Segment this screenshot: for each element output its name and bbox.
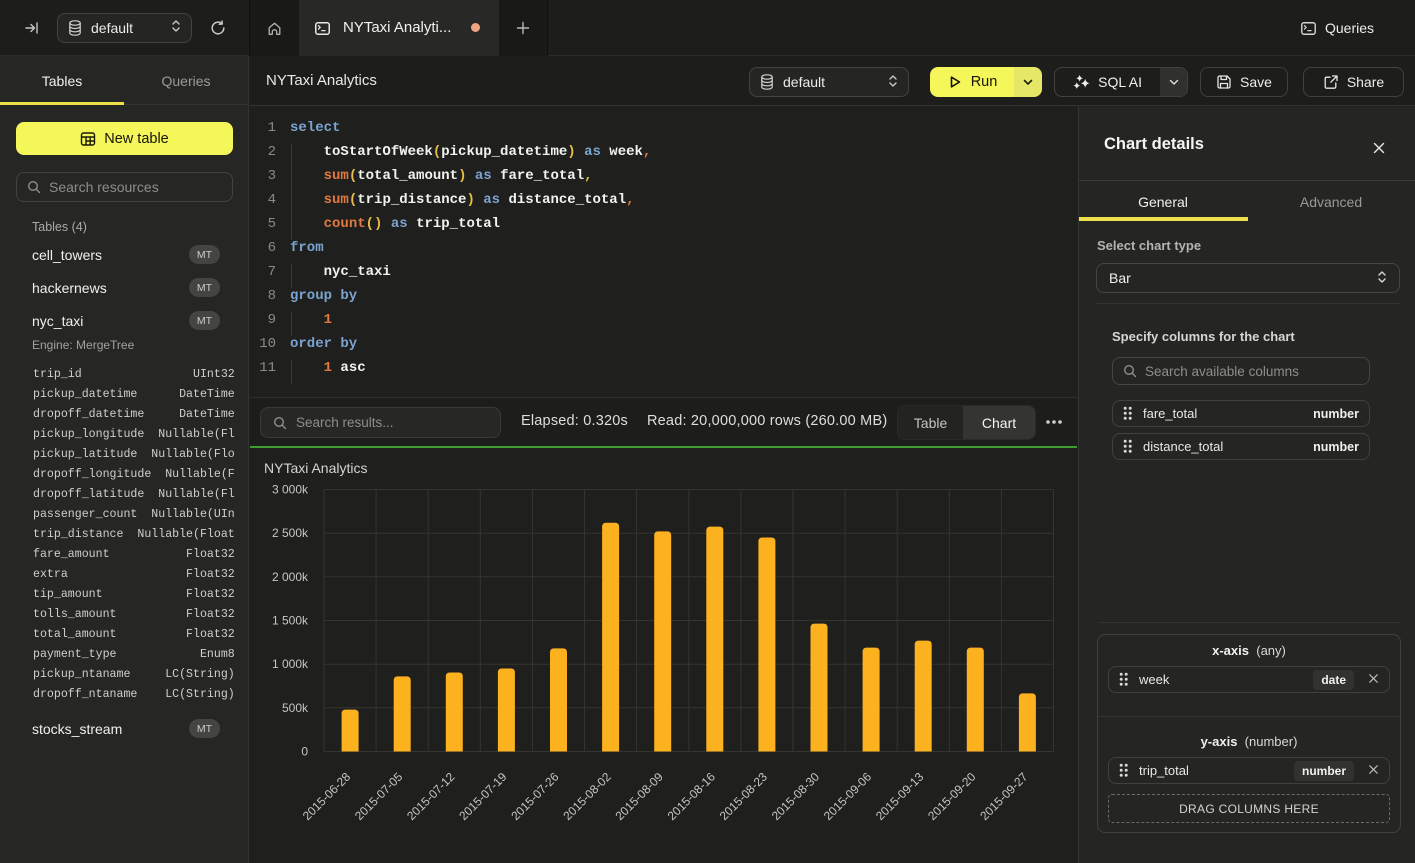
svg-text:2015-09-20: 2015-09-20 xyxy=(925,769,979,823)
svg-text:2015-07-26: 2015-07-26 xyxy=(508,769,562,823)
svg-text:2015-09-27: 2015-09-27 xyxy=(977,769,1031,823)
svg-text:2 000k: 2 000k xyxy=(272,570,309,584)
svg-text:2 500k: 2 500k xyxy=(272,526,309,540)
svg-text:2015-08-30: 2015-08-30 xyxy=(769,769,823,823)
svg-text:2015-07-19: 2015-07-19 xyxy=(456,769,510,823)
svg-text:2015-08-23: 2015-08-23 xyxy=(717,769,771,823)
svg-text:2015-09-13: 2015-09-13 xyxy=(873,769,927,823)
svg-text:1 000k: 1 000k xyxy=(272,657,309,671)
svg-text:0: 0 xyxy=(301,745,308,759)
svg-text:2015-08-16: 2015-08-16 xyxy=(665,769,719,823)
svg-text:2015-08-02: 2015-08-02 xyxy=(560,769,614,823)
svg-text:2015-07-12: 2015-07-12 xyxy=(404,769,458,823)
svg-text:1 500k: 1 500k xyxy=(272,614,309,628)
svg-text:500k: 500k xyxy=(282,701,309,715)
svg-text:2015-07-05: 2015-07-05 xyxy=(352,769,406,823)
svg-text:3 000k: 3 000k xyxy=(272,483,309,497)
svg-text:2015-09-06: 2015-09-06 xyxy=(821,769,875,823)
svg-text:2015-08-09: 2015-08-09 xyxy=(613,769,667,823)
svg-text:2015-06-28: 2015-06-28 xyxy=(300,769,354,823)
